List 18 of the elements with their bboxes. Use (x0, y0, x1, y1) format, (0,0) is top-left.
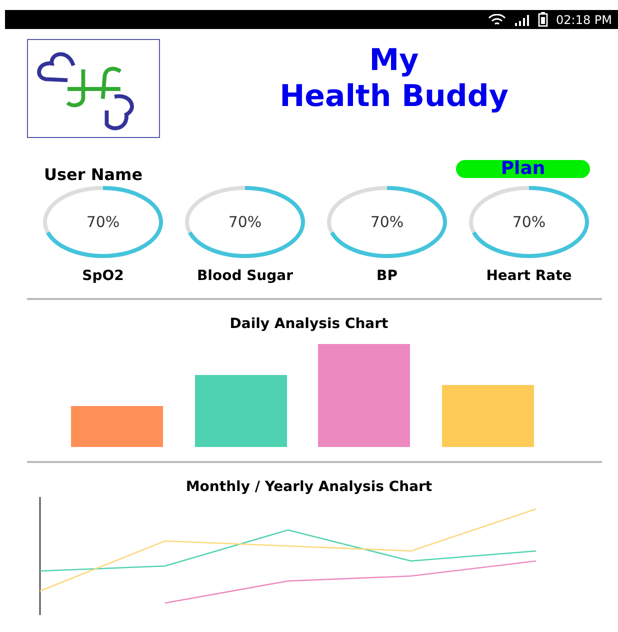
signal-icon (514, 14, 530, 26)
chart-title: Monthly / Yearly Analysis Chart (184, 479, 434, 495)
gauge-reading: 70% (227, 213, 263, 231)
plan-button[interactable]: Plan (456, 160, 590, 178)
gauge-label: Blood Sugar (196, 268, 294, 284)
gauge-label: Heart Rate (486, 268, 572, 284)
gauge-reading: 70% (369, 213, 405, 231)
clock-time: 02:18 PM (556, 12, 612, 26)
app-title: My (369, 42, 419, 78)
gauge-label: BP (376, 268, 398, 284)
user-name: User Name (44, 165, 143, 184)
battery-icon (538, 12, 548, 27)
gauge-label: SpO2 (82, 268, 124, 284)
app-title: Health Buddy (280, 78, 508, 114)
gauge-reading: 70% (85, 213, 121, 231)
gauge-reading: 70% (511, 213, 547, 231)
wifi-icon (488, 14, 506, 26)
chart-title: Daily Analysis Chart (228, 316, 390, 332)
